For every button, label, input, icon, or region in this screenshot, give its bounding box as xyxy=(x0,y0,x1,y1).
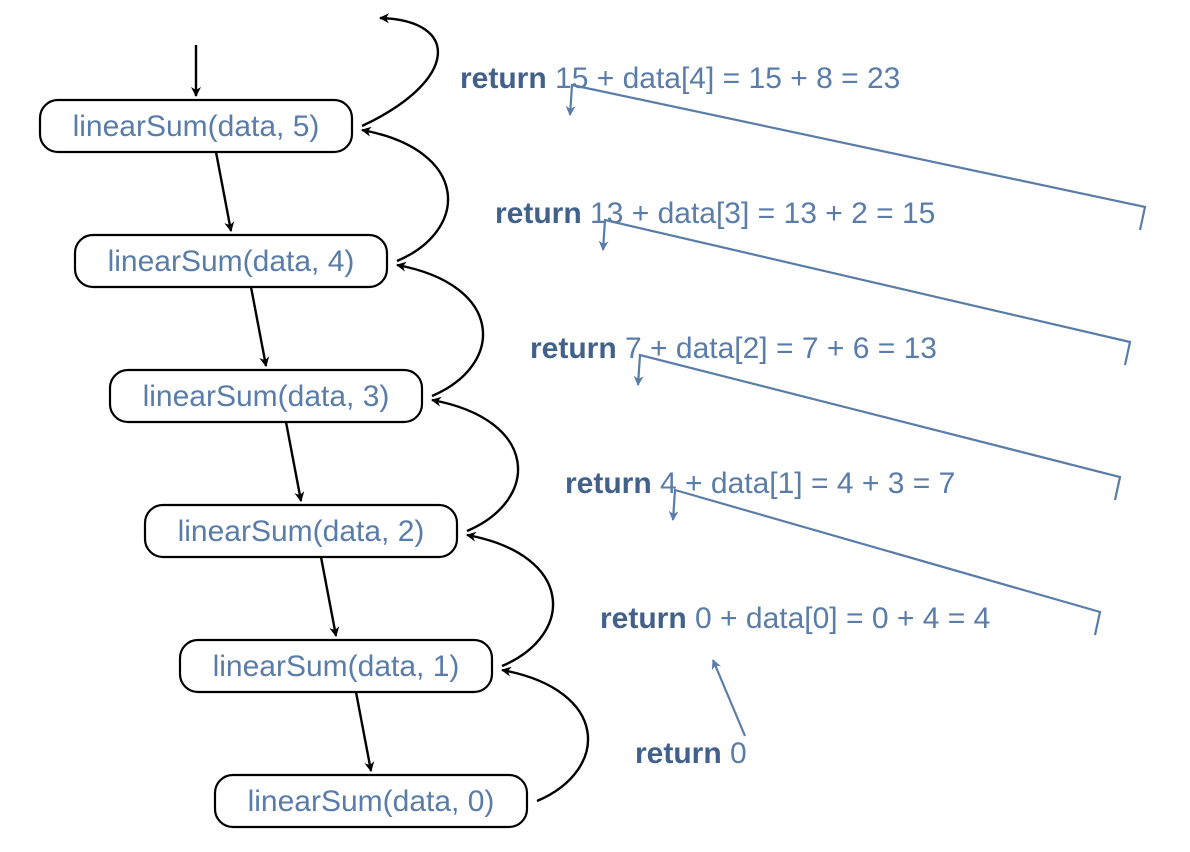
call-label: linearSum(data, 3) xyxy=(143,380,390,413)
return-expr: 0 xyxy=(722,737,747,770)
return-keyword: return xyxy=(600,602,687,635)
call-node-5: linearSum(data, 5) xyxy=(40,100,352,152)
return-expr: 0 + data[0] = 0 + 4 = 4 xyxy=(687,602,991,635)
call-arrow xyxy=(321,557,336,636)
return-label: return 7 + data[2] = 7 + 6 = 13 xyxy=(530,332,937,365)
return-keyword: return xyxy=(460,62,547,95)
return-label: return 0 + data[0] = 0 + 4 = 4 xyxy=(600,602,990,635)
call-label: linearSum(data, 5) xyxy=(73,110,320,143)
return-expr: 13 + data[3] = 13 + 2 = 15 xyxy=(582,197,936,230)
value-flow-arrow xyxy=(713,660,745,736)
call-node-4: linearSum(data, 4) xyxy=(75,235,387,287)
call-node-2: linearSum(data, 2) xyxy=(145,505,457,557)
call-label: linearSum(data, 2) xyxy=(178,515,425,548)
return-label: return 13 + data[3] = 13 + 2 = 15 xyxy=(495,197,935,230)
return-label: return 4 + data[1] = 4 + 3 = 7 xyxy=(565,467,955,500)
return-keyword: return xyxy=(565,467,652,500)
call-label: linearSum(data, 1) xyxy=(213,650,460,683)
return-keyword: return xyxy=(530,332,617,365)
call-arrow xyxy=(356,692,371,771)
return-keyword: return xyxy=(635,737,722,770)
call-node-1: linearSum(data, 1) xyxy=(180,640,492,692)
recursion-trace-diagram: linearSum(data, 5) linearSum(data, 4) li… xyxy=(0,0,1190,852)
return-keyword: return xyxy=(495,197,582,230)
return-label: return 15 + data[4] = 15 + 8 = 23 xyxy=(460,62,900,95)
return-expr: 7 + data[2] = 7 + 6 = 13 xyxy=(617,332,937,365)
call-node-0: linearSum(data, 0) xyxy=(215,775,527,827)
call-label: linearSum(data, 4) xyxy=(108,245,355,278)
call-arrow xyxy=(216,152,231,231)
return-arrow-top xyxy=(362,18,438,126)
return-expr: 4 + data[1] = 4 + 3 = 7 xyxy=(652,467,956,500)
call-arrow xyxy=(251,287,266,366)
return-label: return 0 xyxy=(635,737,747,770)
call-label: linearSum(data, 0) xyxy=(248,785,495,818)
call-node-3: linearSum(data, 3) xyxy=(110,370,422,422)
call-arrow xyxy=(286,422,301,501)
